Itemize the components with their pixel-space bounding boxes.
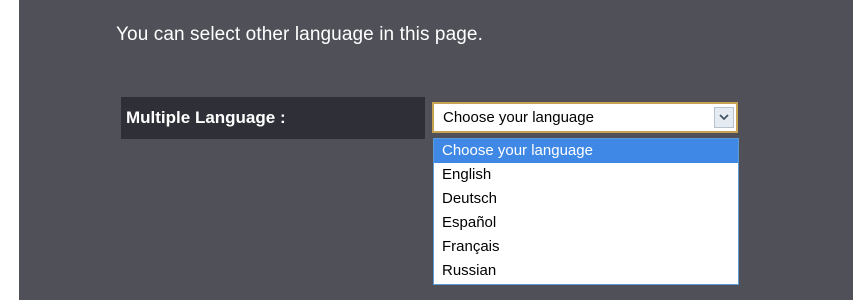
language-option-choose[interactable]: Choose your language	[434, 139, 738, 163]
selected-language: Choose your language	[443, 109, 594, 126]
dropdown-arrow-button[interactable]	[714, 107, 734, 128]
language-select[interactable]: Choose your language	[432, 102, 738, 133]
language-option-francais[interactable]: Français	[434, 235, 738, 259]
language-dropdown-list: Choose your language English Deutsch Esp…	[433, 138, 739, 285]
language-option-espanol[interactable]: Español	[434, 211, 738, 235]
language-option-deutsch[interactable]: Deutsch	[434, 187, 738, 211]
chevron-down-icon	[719, 114, 729, 121]
language-label: Multiple Language :	[126, 108, 286, 127]
intro-text: You can select other language in this pa…	[116, 24, 483, 45]
language-option-english[interactable]: English	[434, 163, 738, 187]
language-option-russian[interactable]: Russian	[434, 259, 738, 283]
page-frame: You can select other language in this pa…	[0, 0, 853, 300]
